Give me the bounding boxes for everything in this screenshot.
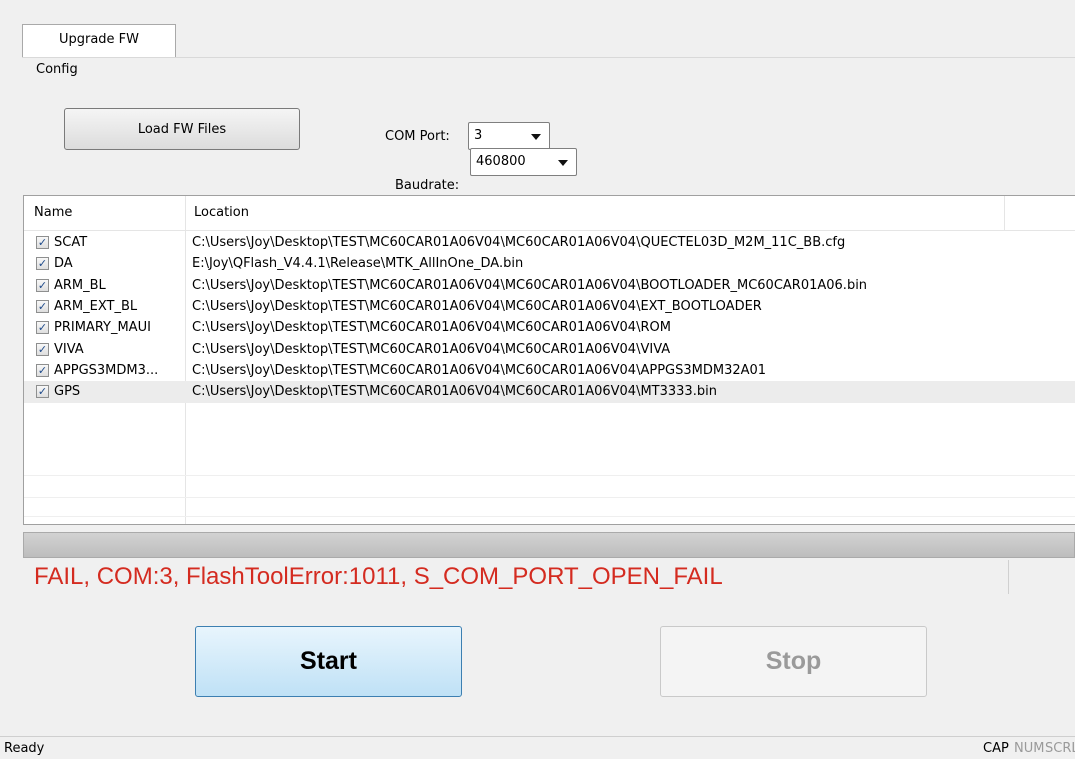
status-side-panel xyxy=(1008,560,1075,594)
row-name: PRIMARY_MAUI xyxy=(54,320,151,336)
table-gridline xyxy=(24,497,1075,498)
num-indicator: NUM xyxy=(1014,741,1045,756)
column-header-name[interactable]: Name xyxy=(34,196,72,230)
table-row[interactable]: ✓ GPS C:\Users\Joy\Desktop\TEST\MC60CAR01A… xyxy=(24,381,1075,404)
load-fw-files-button[interactable]: Load FW Files xyxy=(64,108,300,150)
row-location: E:\Joy\QFlash_V4.4.1\Release\MTK_AllInOn… xyxy=(192,256,524,272)
load-fw-files-label: Load FW Files xyxy=(137,121,227,137)
tab-panel-border xyxy=(22,57,1075,58)
row-name: APPGS3MDM3... xyxy=(54,362,159,378)
table-gridline xyxy=(24,475,1075,476)
row-location: C:\Users\Joy\Desktop\TEST\MC60CAR01A06V0… xyxy=(192,277,868,293)
baudrate-select[interactable]: 460800 xyxy=(470,148,577,176)
table-row[interactable]: ✓ ARM_BL C:\Users\Joy\Desktop\TEST\MC60CAR… xyxy=(24,275,1075,297)
stop-button[interactable]: Stop xyxy=(660,626,927,697)
row-name: SCAT xyxy=(54,235,88,250)
row-location: C:\Users\Joy\Desktop\TEST\MC60CAR01A06V0… xyxy=(192,298,762,314)
chevron-down-icon xyxy=(531,134,541,140)
row-name: ARM_EXT_BL xyxy=(54,298,138,314)
row-checkbox[interactable]: ✓ xyxy=(36,342,49,356)
table-header: Name Location xyxy=(24,196,1075,231)
table-row[interactable]: ✓ PRIMARY_MAUI C:\Users\Joy\Desktop\TEST\M… xyxy=(24,317,1075,339)
row-location: C:\Users\Joy\Desktop\TEST\MC60CAR01A06V0… xyxy=(192,235,846,250)
com-port-select[interactable]: 3 xyxy=(468,122,550,150)
stop-button-label: Stop xyxy=(765,647,822,675)
table-row[interactable]: ✓ DA E:\Joy\QFlash_V4.4.1\Release\MTK_AllI… xyxy=(24,253,1075,275)
scrl-indicator: SCRL xyxy=(1045,741,1075,756)
row-checkbox[interactable]: ✓ xyxy=(36,385,49,399)
cap-indicator: CAP xyxy=(983,741,1009,756)
row-checkbox[interactable]: ✓ xyxy=(36,257,49,271)
baudrate-value: 460800 xyxy=(476,154,526,169)
row-checkbox[interactable]: ✓ xyxy=(36,299,49,313)
row-name: DA xyxy=(54,256,73,272)
table-row[interactable]: ✓ SCAT C:\Users\Joy\Desktop\TEST\MC60CAR01… xyxy=(24,232,1075,254)
start-button-label: Start xyxy=(300,647,357,675)
row-name: GPS xyxy=(54,384,81,400)
row-location: C:\Users\Joy\Desktop\TEST\MC60CAR01A06V0… xyxy=(192,341,671,357)
row-location: C:\Users\Joy\Desktop\TEST\MC60CAR01A06V0… xyxy=(192,320,671,336)
row-name: ARM_BL xyxy=(54,277,106,293)
row-checkbox[interactable]: ✓ xyxy=(36,278,49,292)
table-row[interactable]: ✓ VIVA C:\Users\Joy\Desktop\TEST\MC60CAR01… xyxy=(24,339,1075,361)
status-bar: Ready CAP NUM SCRL xyxy=(0,736,1075,759)
row-location: C:\Users\Joy\Desktop\TEST\MC60CAR01A06V0… xyxy=(192,362,767,378)
firmware-file-table[interactable]: Name Location ✓ SCAT C:\Users\Joy\Desktop\… xyxy=(23,195,1075,525)
status-bar-text: Ready xyxy=(4,741,45,756)
row-name: VIVA xyxy=(54,341,84,357)
status-message: FAIL, COM:3, FlashToolError:1011, S_COM_… xyxy=(34,563,723,590)
table-gridline xyxy=(24,516,1075,517)
table-row[interactable]: ✓ ARM_EXT_BL C:\Users\Joy\Desktop\TEST\MC6… xyxy=(24,296,1075,318)
row-checkbox[interactable]: ✓ xyxy=(36,321,49,335)
table-row[interactable]: ✓ APPGS3MDM3... C:\Users\Joy\Desktop\TEST\… xyxy=(24,360,1075,382)
com-port-label: COM Port: xyxy=(385,129,450,144)
com-port-value: 3 xyxy=(474,128,483,143)
config-group-label: Config xyxy=(36,62,78,77)
start-button[interactable]: Start xyxy=(195,626,462,697)
column-divider xyxy=(1004,196,1005,230)
row-checkbox[interactable]: ✓ xyxy=(36,236,49,249)
tab-upgrade-fw[interactable]: Upgrade FW xyxy=(22,24,176,58)
column-header-location[interactable]: Location xyxy=(194,196,249,230)
chevron-down-icon xyxy=(558,160,568,166)
row-checkbox[interactable]: ✓ xyxy=(36,363,49,377)
baudrate-label: Baudrate: xyxy=(395,178,460,193)
row-location: C:\Users\Joy\Desktop\TEST\MC60CAR01A06V0… xyxy=(192,384,717,400)
progress-bar xyxy=(23,532,1075,558)
